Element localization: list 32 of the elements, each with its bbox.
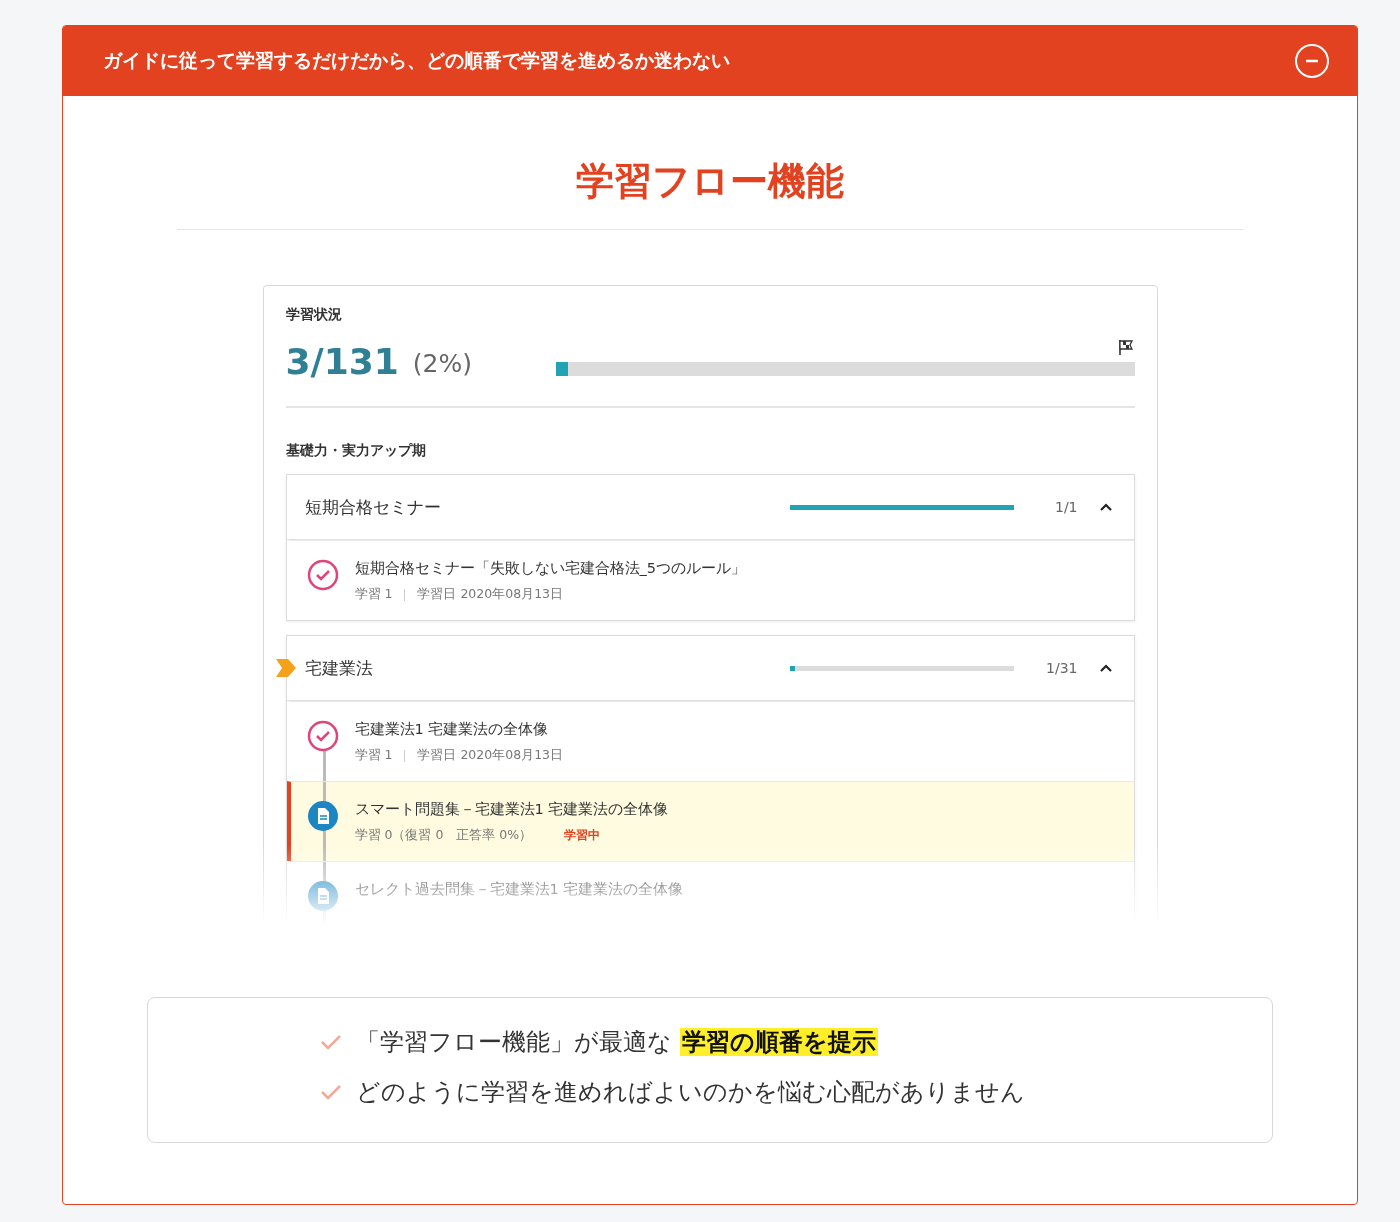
panel-title: ガイドに従って学習するだけだから、どの順番で学習を進めるか迷わない (103, 48, 730, 73)
progress-count: 3/131 (285, 341, 399, 382)
collapse-button[interactable] (1295, 44, 1329, 78)
section-heading: 学習フロー機能 (575, 158, 845, 205)
lesson-row[interactable]: 短期合格セミナー「失敗しない宅建合格法_5つのルール」 学習 1 学習日 2020年08月13日 (286, 540, 1134, 620)
check-circle-icon (306, 720, 339, 752)
point-text: どのように学習を進めればよいのかを悩む心配がありません (356, 1077, 1025, 1108)
study-date: 学習日 2020年08月13日 (417, 747, 564, 764)
lesson-title: セレクト過去問集－宅建業法1 宅建業法の全体像 (354, 880, 684, 899)
check-icon (320, 1083, 342, 1101)
progress-percent: (2%) (412, 349, 472, 378)
course-count: 1/31 (1045, 660, 1078, 676)
check-icon (320, 1033, 342, 1051)
course-title: 短期合格セミナー (304, 495, 442, 519)
study-count: 学習 1 (354, 747, 393, 764)
check-circle-icon (306, 559, 339, 591)
goal-flag-icon (1116, 338, 1135, 356)
lesson-title: 宅建業法1 宅建業法の全体像 (354, 720, 550, 739)
study-count: 学習 1 (354, 586, 393, 603)
document-icon (306, 880, 339, 912)
study-count: 学習 0（復習 0 正答率 0%） (354, 827, 533, 844)
lesson-title: スマート問題集－宅建業法1 宅建業法の全体像 (354, 800, 669, 819)
status-label: 学習中 (564, 827, 601, 844)
study-date: 学習日 2020年08月13日 (417, 586, 564, 603)
point-text: 「学習フロー機能」が最適な 学習の順番を提示 (356, 1027, 878, 1058)
phase-label: 基礎力・実力アップ期 (285, 442, 427, 460)
lesson-row[interactable]: スマート問題集－宅建業法1 宅建業法の全体像 学習 0（復習 0 正答率 0%） 学習中 (286, 781, 1134, 861)
document-icon (306, 800, 339, 832)
course-title: 宅建業法 (304, 656, 374, 680)
status-label: 学習状況 (285, 306, 343, 324)
lesson-title: 短期合格セミナー「失敗しない宅建合格法_5つのルール」 (354, 559, 746, 578)
course-count: 1/1 (1053, 499, 1078, 515)
